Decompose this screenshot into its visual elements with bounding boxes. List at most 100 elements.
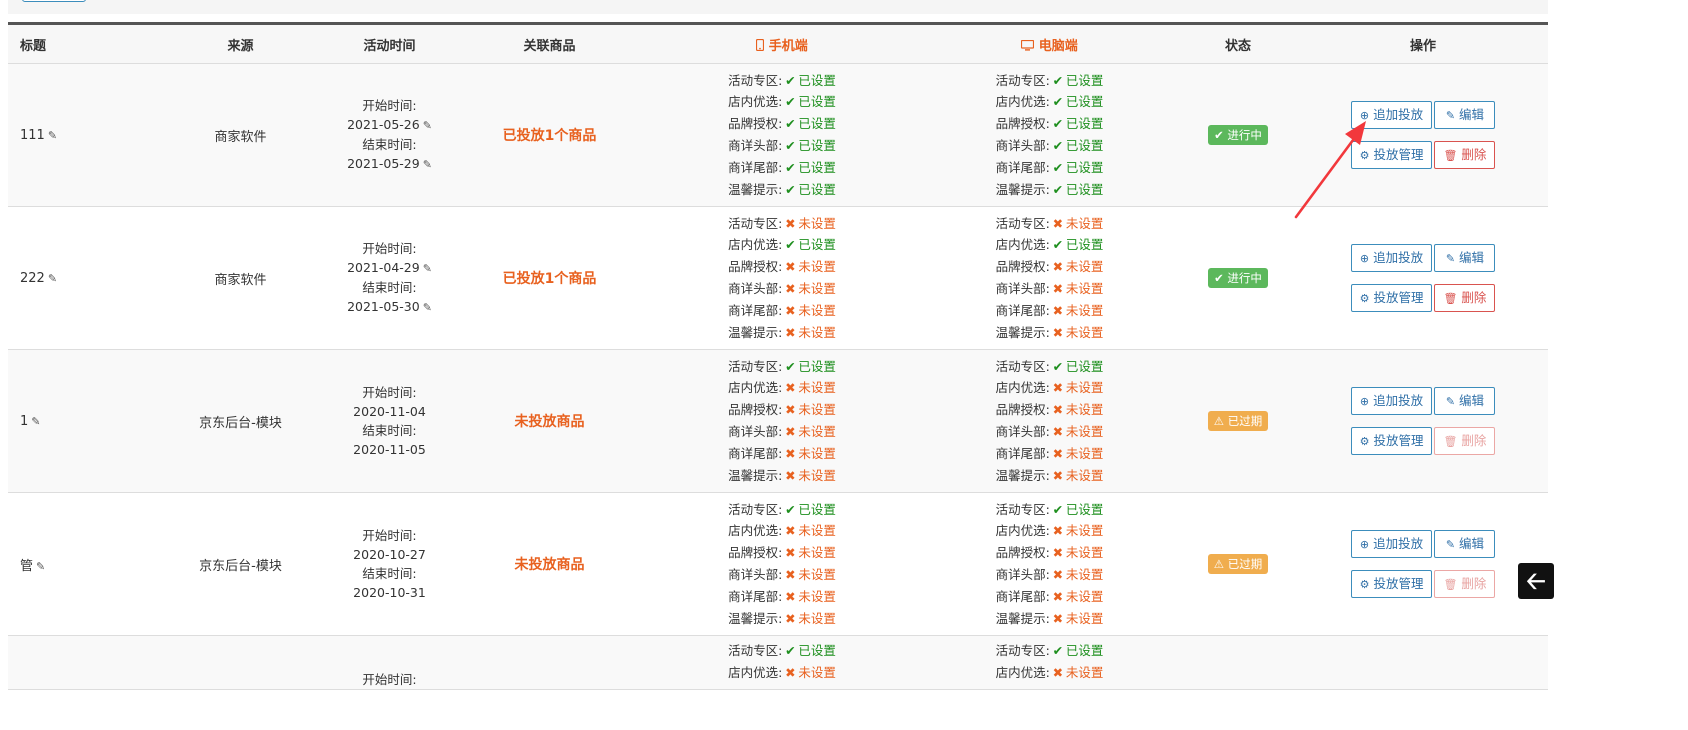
pc-config-list: 活动专区: ✔ 已设置 店内优选: ✔ 已设置 品牌授权: ✔ 已设置 商详头部: ✔ 已设置 商详尾部… [996, 70, 1104, 201]
config-item-value: 已设置 [1065, 358, 1104, 374]
cross-icon: ✖ [1052, 424, 1064, 439]
row-source: 商家软件 [214, 129, 267, 145]
add-placement-button[interactable]: ⊕ 追加投放 [1350, 530, 1433, 558]
config-item-value: 未设置 [798, 588, 836, 604]
config-item-label: 活动专区: [728, 358, 783, 374]
gear-icon: ⚙ [1359, 578, 1370, 591]
cell-ops: ⊕ 追加投放 ✎ 编辑 ⚙ 投放管理 🗑 删除 [1298, 349, 1548, 493]
config-item: 商详头部: ✔ 已设置 [728, 135, 836, 157]
trash-icon: 🗑 [1443, 435, 1458, 448]
delete-button: 🗑 删除 [1434, 570, 1496, 598]
config-item-label: 商详头部: [728, 424, 783, 439]
add-placement-button[interactable]: ⊕ 追加投放 [1350, 387, 1433, 415]
placement-manage-button[interactable]: ⚙ 投放管理 [1350, 427, 1433, 455]
time-block: 开始时间: [323, 636, 456, 689]
edit-icon[interactable]: ✎ [36, 560, 45, 573]
config-item-label: 商详尾部: [728, 302, 783, 318]
placement-manage-button[interactable]: ⚙ 投放管理 [1350, 284, 1433, 312]
edit-icon[interactable]: ✎ [423, 155, 432, 174]
placement-manage-button[interactable]: ⚙ 投放管理 [1350, 141, 1433, 169]
cell-title [8, 635, 158, 690]
config-item-value: 未设置 [798, 664, 836, 680]
cross-icon: ✖ [1052, 545, 1064, 561]
edit-icon[interactable]: ✎ [423, 298, 432, 317]
edit-icon[interactable]: ✎ [48, 272, 57, 285]
pc-config-list: 活动专区: ✖ 未设置 店内优选: ✔ 已设置 品牌授权: ✖ 未设置 商详头部: ✖ 未设置 商详尾部… [996, 213, 1104, 344]
config-item: 店内优选: ✖ 未设置 [996, 662, 1104, 684]
table-row: 222 ✎ 商家软件 开始时间: 2021-04-29 ✎ 结束时间: 2021-05-30 ✎… [8, 206, 1548, 350]
config-item: 店内优选: ✖ 未设置 [996, 520, 1104, 542]
mobile-config-list: 活动专区: ✖ 未设置 店内优选: ✔ 已设置 品牌授权: ✖ 未设置 商详头部: ✖ 未设置 商详尾部… [728, 213, 836, 344]
config-item: 活动专区: ✔ 已设置 [996, 70, 1104, 92]
cell-mobile: 活动专区: ✔ 已设置 店内优选: ✖ 未设置 品牌授权: ✖ 未设置 商详头部: ✖ 未设置 商详尾部… [643, 349, 921, 493]
delete-button[interactable]: 🗑 删除 [1434, 141, 1496, 169]
config-item-label: 温馨提示: [995, 324, 1050, 340]
config-item-value: 未设置 [798, 281, 836, 296]
placement-manage-button-label: 投放管理 [1373, 576, 1424, 591]
trash-icon: 🗑 [1443, 578, 1458, 591]
cell-ops: ⊕ 追加投放 ✎ 编辑 ⚙ 投放管理 🗑 删除 [1298, 206, 1548, 350]
header-mobile-label: 手机端 [768, 38, 808, 54]
cross-icon: ✖ [1052, 259, 1064, 275]
edit-icon[interactable]: ✎ [31, 415, 40, 428]
config-item-value: 未设置 [1065, 610, 1104, 626]
config-item-label: 温馨提示: [728, 467, 783, 483]
edit-icon[interactable]: ✎ [423, 259, 432, 278]
check-icon: ✔ [785, 358, 796, 374]
plus-circle-icon: ⊕ [1359, 252, 1370, 265]
cross-icon: ✖ [785, 588, 796, 604]
config-item-value: 已设置 [1065, 181, 1104, 197]
trash-icon: 🗑 [1443, 292, 1458, 305]
config-item: 商详头部: ✖ 未设置 [728, 278, 836, 300]
check-icon: ✔ [1052, 181, 1064, 197]
config-item: 商详尾部: ✖ 未设置 [728, 443, 836, 465]
config-item-value: 未设置 [1065, 424, 1104, 439]
edit-button[interactable]: ✎ 编辑 [1434, 387, 1496, 415]
edit-icon[interactable]: ✎ [423, 116, 432, 135]
delete-button[interactable]: 🗑 删除 [1434, 284, 1496, 312]
config-item-value: 未设置 [798, 424, 836, 439]
table-body: 111 ✎ 商家软件 开始时间: 2021-05-26 ✎ 结束时间: 2021-05-29 ✎… [8, 63, 1548, 690]
table-header-row: 标题 来源 活动时间 关联商品 手机端 电脑端 状态 操作 [8, 23, 1548, 64]
add-placement-button[interactable]: ⊕ 追加投放 [1350, 244, 1433, 272]
mobile-icon [756, 38, 769, 54]
config-item-label: 店内优选: [995, 237, 1050, 253]
edit-button[interactable]: ✎ 编辑 [1434, 244, 1496, 272]
status-badge: ⚠ 已过期 [1207, 411, 1269, 431]
delete-button: 🗑 删除 [1434, 427, 1496, 455]
placement-manage-button[interactable]: ⚙ 投放管理 [1350, 570, 1433, 598]
header-time: 活动时间 [323, 23, 456, 64]
back-arrow-button[interactable]: 🡠 [1518, 563, 1554, 599]
config-item-value: 已设置 [798, 501, 836, 517]
cross-icon: ✖ [1052, 567, 1064, 582]
edit-button[interactable]: ✎ 编辑 [1434, 530, 1496, 558]
cell-time: 开始时间: 2020-11-04 结束时间: 2020-11-05 [323, 349, 456, 493]
config-item-value: 未设置 [1065, 545, 1104, 561]
config-item-value: 已设置 [798, 94, 836, 110]
config-item: 店内优选: ✔ 已设置 [728, 91, 836, 113]
edit-button[interactable]: ✎ 编辑 [1434, 101, 1496, 129]
end-date-row: 2020-10-31 [323, 583, 456, 602]
edit-button-label: 编辑 [1459, 107, 1485, 122]
config-item-value: 未设置 [798, 380, 836, 396]
edit-icon[interactable]: ✎ [48, 129, 57, 142]
config-item-label: 品牌授权: [995, 402, 1050, 418]
cell-title: 管 ✎ [8, 492, 158, 636]
config-item-value: 已设置 [1065, 237, 1104, 253]
cell-title: 1 ✎ [8, 349, 158, 493]
add-placement-button-label: 追加投放 [1373, 536, 1424, 551]
pencil-icon: ✎ [1445, 252, 1456, 265]
cell-linked: 已投放1个商品 [456, 63, 643, 207]
cell-ops [1298, 635, 1548, 690]
config-item-label: 商详头部: [728, 281, 783, 296]
mobile-config-list: 活动专区: ✔ 已设置 店内优选: ✖ 未设置 品牌授权: ✖ 未设置 商详头部: ✖ 未设置 商详尾部… [728, 356, 836, 487]
top-toolbar-button[interactable] [22, 0, 86, 2]
cross-icon: ✖ [785, 380, 796, 396]
config-item: 温馨提示: ✖ 未设置 [728, 608, 836, 630]
end-date-row: 2020-11-05 [323, 440, 456, 459]
pc-config-list: 活动专区: ✔ 已设置 店内优选: ✖ 未设置 [996, 640, 1104, 684]
add-placement-button[interactable]: ⊕ 追加投放 [1350, 101, 1433, 129]
plus-circle-icon: ⊕ [1359, 538, 1370, 551]
cell-source: 商家软件 [158, 206, 323, 350]
start-label: 开始时间: [362, 98, 417, 113]
